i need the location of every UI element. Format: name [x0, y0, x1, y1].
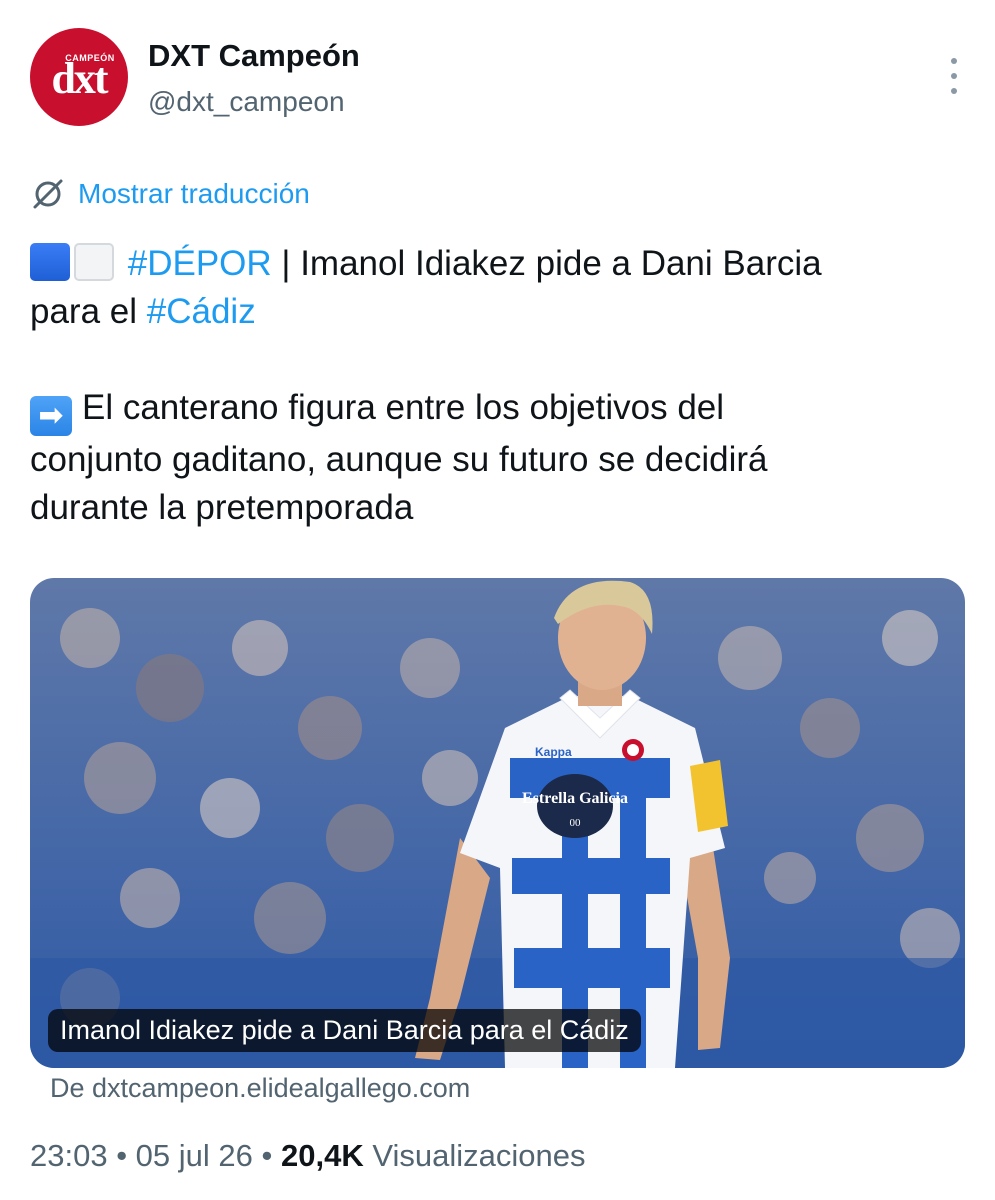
dot-icon — [951, 88, 957, 94]
tweet-line-1: #DÉPOR | Imanol Idiakez pide a Dani Barc… — [30, 240, 970, 288]
blue-square-emoji — [30, 243, 70, 281]
avatar[interactable]: CAMPEÓN dxt — [30, 28, 128, 126]
views-count[interactable]: 20,4K — [281, 1138, 364, 1173]
right-arrow-emoji: ➡ — [30, 396, 72, 436]
tweet-body-line-2: conjunto gaditano, aunque su futuro se d… — [30, 440, 768, 479]
views-label: Visualizaciones — [363, 1138, 586, 1173]
tweet-body-line-3: durante la pretemporada — [30, 488, 414, 527]
display-name[interactable]: DXT Campeón — [148, 38, 360, 74]
meta-separator: • — [107, 1138, 136, 1173]
jersey-sponsor-sub-text: 00 — [570, 817, 582, 829]
tweet-text: #DÉPOR | Imanol Idiakez pide a Dani Barc… — [30, 240, 970, 532]
meta-separator: • — [252, 1138, 281, 1173]
show-translation-label: Mostrar traducción — [78, 178, 310, 209]
tweet-line-2: para el #Cádiz — [30, 288, 970, 336]
hashtag-cadiz[interactable]: #Cádiz — [147, 292, 256, 331]
white-square-emoji — [74, 243, 114, 281]
tweet-line-3: ➡ El canterano figura entre los objetivos… — [30, 384, 970, 436]
jersey-brand-text: Kappa — [535, 745, 572, 759]
jersey-sponsor-text: Estrella Galicia — [522, 790, 628, 807]
handle[interactable]: @dxt_campeon — [148, 86, 345, 118]
card-caption: Imanol Idiakez pide a Dani Barcia para e… — [48, 1009, 641, 1052]
dot-icon — [951, 58, 957, 64]
tweet-header: CAMPEÓN dxt DXT Campeón @dxt_campeon — [30, 28, 970, 128]
card-image: Estrella Galicia 00 Kappa — [30, 578, 965, 1068]
avatar-logo-text: dxt — [51, 54, 108, 103]
tweet-line-2-text: para el — [30, 292, 147, 331]
hashtag-depor[interactable]: #DÉPOR — [128, 244, 272, 283]
tweet-metadata: 23:03 • 05 jul 26 • 20,4K Visualizacione… — [30, 1138, 585, 1174]
card-source-link[interactable]: De dxtcampeon.elidealgallego.com — [50, 1073, 470, 1104]
tweet-time[interactable]: 23:03 — [30, 1138, 108, 1173]
tweet-body-line-1: El canterano figura entre los objetivos … — [82, 388, 725, 427]
link-card[interactable]: Estrella Galicia 00 Kappa Imanol Idiakez… — [30, 578, 965, 1068]
tweet-date[interactable]: 05 jul 26 — [136, 1138, 253, 1173]
globe-slash-icon — [33, 179, 63, 209]
more-options-button[interactable] — [948, 58, 960, 94]
dot-icon — [951, 73, 957, 79]
show-translation-link[interactable]: Mostrar traducción — [30, 174, 310, 214]
tweet-headline-text: | Imanol Idiakez pide a Dani Barcia — [271, 244, 822, 283]
